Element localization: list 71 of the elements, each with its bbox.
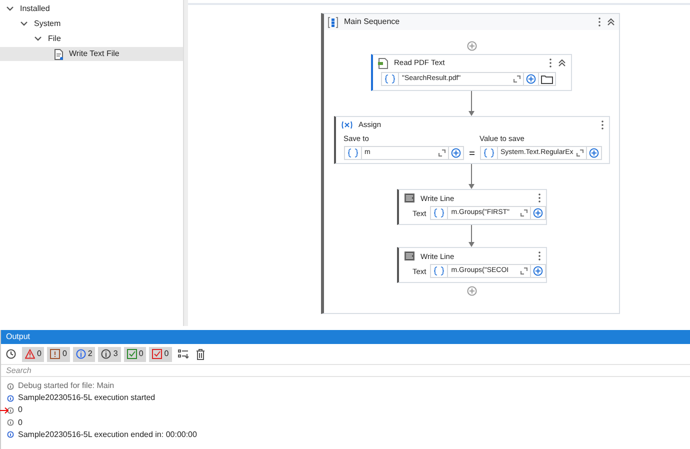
tree-item[interactable]: Write Text File bbox=[0, 47, 183, 61]
info-icon bbox=[76, 349, 86, 359]
add-variable-icon bbox=[532, 266, 542, 276]
pdf-file-icon bbox=[378, 58, 388, 68]
file-icon bbox=[54, 48, 63, 60]
tree-label: Installed bbox=[20, 5, 50, 13]
filter-button[interactable]: 0 bbox=[149, 346, 172, 362]
info-icon bbox=[7, 431, 14, 438]
folder-icon bbox=[541, 74, 553, 84]
log-message: Sample20230516-5L execution started bbox=[18, 392, 156, 404]
expand-icon bbox=[513, 75, 521, 83]
filter-button[interactable]: 2 bbox=[72, 346, 96, 362]
sequence-title: Main Sequence bbox=[344, 16, 401, 28]
more-options-icon bbox=[549, 58, 552, 68]
add-variable-icon bbox=[526, 74, 536, 84]
filter-list-icon bbox=[178, 349, 189, 359]
braces-icon bbox=[482, 147, 494, 160]
tree-label: System bbox=[34, 20, 61, 28]
trace-icon bbox=[7, 382, 14, 390]
add-variable-icon bbox=[588, 148, 598, 158]
expand-icon bbox=[520, 209, 528, 218]
error-icon bbox=[25, 349, 35, 359]
variable-icon bbox=[340, 121, 352, 129]
expand-icon bbox=[576, 149, 584, 158]
console-icon bbox=[404, 251, 414, 262]
expand-icon bbox=[520, 267, 528, 276]
filter-button[interactable]: 0 bbox=[22, 346, 44, 362]
connector-arrow-icon bbox=[468, 164, 475, 190]
add-icon bbox=[466, 41, 476, 51]
info-icon bbox=[101, 349, 112, 359]
info-icon bbox=[7, 394, 14, 402]
log-message: 0 bbox=[18, 404, 22, 416]
add-variable-icon bbox=[450, 148, 460, 158]
filter-button[interactable]: 0 bbox=[47, 346, 70, 362]
equals-icon bbox=[468, 150, 474, 156]
tree-label: File bbox=[48, 35, 61, 43]
tree-item[interactable]: File bbox=[0, 32, 183, 46]
checkmark-icon bbox=[126, 349, 137, 359]
add-icon bbox=[466, 286, 476, 296]
checkmark-icon bbox=[152, 349, 162, 359]
search-field[interactable]: Search bbox=[1, 364, 690, 377]
add-variable-icon bbox=[532, 208, 542, 218]
tree-item[interactable]: System bbox=[0, 17, 183, 31]
filter-button[interactable]: 3 bbox=[98, 346, 121, 362]
log-message: Sample20230516-5L execution ended in: 00:00:00 bbox=[18, 428, 197, 441]
trace-icon bbox=[7, 406, 14, 414]
more-options-icon bbox=[598, 17, 601, 27]
trash-icon bbox=[196, 348, 205, 360]
console-icon bbox=[404, 193, 414, 204]
connector-arrow-icon bbox=[468, 91, 475, 116]
tree-item[interactable]: Installed bbox=[0, 2, 183, 16]
collapse-icon bbox=[607, 18, 615, 26]
panel-title: Output bbox=[6, 331, 30, 343]
more-options-icon bbox=[600, 120, 604, 130]
braces-icon bbox=[346, 147, 358, 160]
expand-icon bbox=[438, 149, 446, 158]
braces-icon bbox=[433, 207, 446, 220]
filter-button[interactable]: 0 bbox=[124, 346, 146, 362]
braces-icon bbox=[433, 265, 446, 278]
log-message: 0 bbox=[18, 416, 22, 429]
clock-icon bbox=[6, 349, 16, 359]
more-options-icon bbox=[538, 251, 540, 262]
braces-icon bbox=[384, 73, 396, 85]
warning-icon bbox=[50, 349, 60, 359]
tree-label: Write Text File bbox=[69, 50, 120, 58]
connector-arrow-icon bbox=[468, 225, 475, 248]
log-message: Debug started for file: Main bbox=[18, 380, 114, 392]
sequence-icon bbox=[328, 16, 338, 28]
trace-icon bbox=[7, 419, 14, 426]
collapse-icon bbox=[558, 59, 566, 67]
more-options-icon bbox=[538, 193, 540, 204]
